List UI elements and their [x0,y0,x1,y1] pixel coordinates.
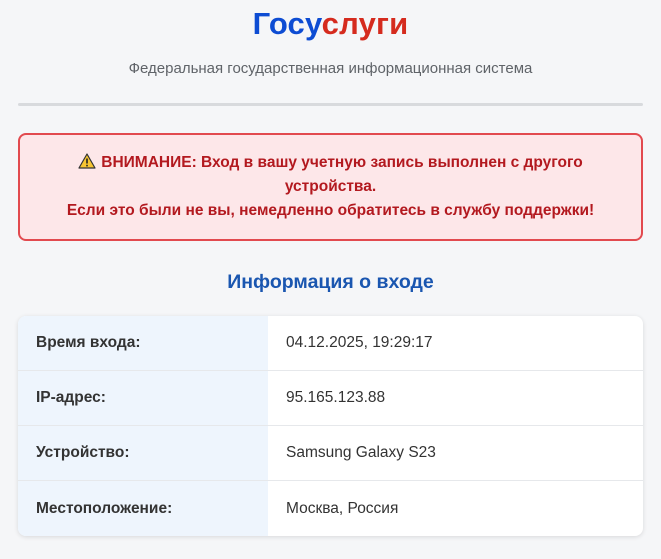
logo-text-part-a: Госу [252,6,322,41]
alert-line-2: Если это были не вы, немедленно обратите… [66,202,595,219]
row-value-device: Samsung Galaxy S23 [286,444,436,461]
security-alert: ВНИМАНИЕ: Вход в вашу учетную запись вып… [18,133,643,241]
login-info-table: Время входа: 04.12.2025, 19:29:17 IP-адр… [18,316,643,536]
row-value-ip-address: 95.165.123.88 [286,389,386,406]
row-value-location: Москва, Россия [286,499,399,517]
table-row: Местоположение: Москва, Россия [18,481,643,536]
alert-line-1-text: ВНИМАНИЕ: Вход в вашу учетную запись вып… [101,154,583,195]
row-label-ip-address: IP-адрес: [18,371,268,425]
logo-text-part-b: слуги [321,6,409,41]
row-label-device: Устройство: [18,426,268,480]
logo: Госуслуги [0,6,661,42]
table-row: IP-адрес: 95.165.123.88 [18,371,643,426]
row-label-login-time: Время входа: [18,316,268,370]
row-value-login-time: 04.12.2025, 19:29:17 [286,334,433,351]
page: Госуслуги Федеральная государственная ин… [0,0,661,559]
login-info-title: Информация о входе [227,271,434,293]
alert-line-1: ВНИМАНИЕ: Вход в вашу учетную запись вып… [54,151,607,199]
row-label-location: Местоположение: [18,481,268,536]
warning-icon [78,153,96,169]
table-row: Время входа: 04.12.2025, 19:29:17 [18,316,643,371]
header-divider [18,103,643,106]
table-row: Устройство: Samsung Galaxy S23 [18,426,643,481]
site-subtitle: Федеральная государственная информационн… [128,60,533,77]
